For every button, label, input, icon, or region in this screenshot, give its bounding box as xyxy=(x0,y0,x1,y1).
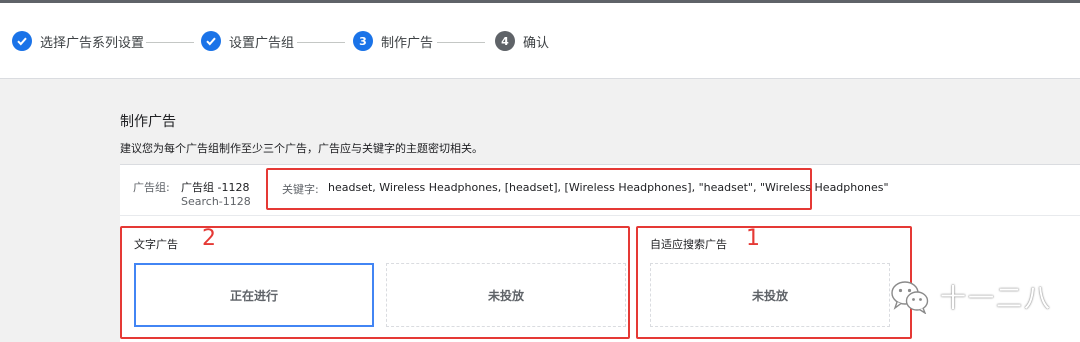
text-ad-tile-not-serving[interactable]: 未投放 xyxy=(386,263,626,327)
page-title: 制作广告 xyxy=(120,114,176,130)
annotation-number: 2 xyxy=(202,226,216,251)
annotation-number: 1 xyxy=(746,226,760,251)
step-number-badge: 4 xyxy=(495,31,515,51)
page-description: 建议您为每个广告组制作至少三个广告，广告应与关键字的主题密切相关。 xyxy=(120,142,483,155)
wechat-icon xyxy=(891,280,929,314)
rsa-tile-not-serving[interactable]: 未投放 xyxy=(650,263,890,327)
main-content: 制作广告 建议您为每个广告组制作至少三个广告，广告应与关键字的主题密切相关。 广… xyxy=(0,80,1080,342)
keywords-label: 关键字: xyxy=(282,183,319,196)
progress-stepper: 选择广告系列设置 设置广告组 3 制作广告 4 确认 xyxy=(0,3,1080,79)
step-connector xyxy=(437,42,485,43)
step-number-badge: 3 xyxy=(353,31,373,51)
step-confirm[interactable]: 4 确认 xyxy=(495,3,549,79)
step-campaign-settings[interactable]: 选择广告系列设置 xyxy=(12,3,144,79)
step-label: 确认 xyxy=(523,35,550,51)
responsive-search-ads-section: 自适应搜索广告 1 未投放 xyxy=(636,226,912,339)
section-title: 自适应搜索广告 xyxy=(650,238,727,251)
watermark: 十一二八 xyxy=(890,278,1052,315)
step-create-ads[interactable]: 3 制作广告 xyxy=(353,3,433,79)
ad-group-card: 广告组: 广告组 -1128 Search-1128 关键字: headset,… xyxy=(120,164,1080,342)
step-ad-group[interactable]: 设置广告组 xyxy=(201,3,294,79)
watermark-text: 十一二八 xyxy=(940,284,1053,314)
step-connector xyxy=(297,42,345,43)
text-ads-section: 文字广告 2 正在进行 未投放 xyxy=(120,226,630,339)
keywords-highlight-box: 关键字: headset, Wireless Headphones, [head… xyxy=(266,168,889,210)
step-label: 制作广告 xyxy=(381,35,434,51)
step-connector xyxy=(146,42,194,43)
step-label: 选择广告系列设置 xyxy=(40,35,145,51)
step-label: 设置广告组 xyxy=(229,35,295,51)
keywords-value: headset, Wireless Headphones, [headset],… xyxy=(328,181,889,194)
campaign-name: Search-1128 xyxy=(181,195,251,208)
check-icon xyxy=(201,31,221,51)
text-ad-tile-running[interactable]: 正在进行 xyxy=(134,263,374,327)
ad-group-name: 广告组 -1128 xyxy=(181,181,250,194)
ad-group-label: 广告组: xyxy=(133,181,170,194)
ad-group-row: 广告组: 广告组 -1128 Search-1128 关键字: headset,… xyxy=(120,165,1080,216)
check-icon xyxy=(12,31,32,51)
section-title: 文字广告 xyxy=(134,238,178,251)
